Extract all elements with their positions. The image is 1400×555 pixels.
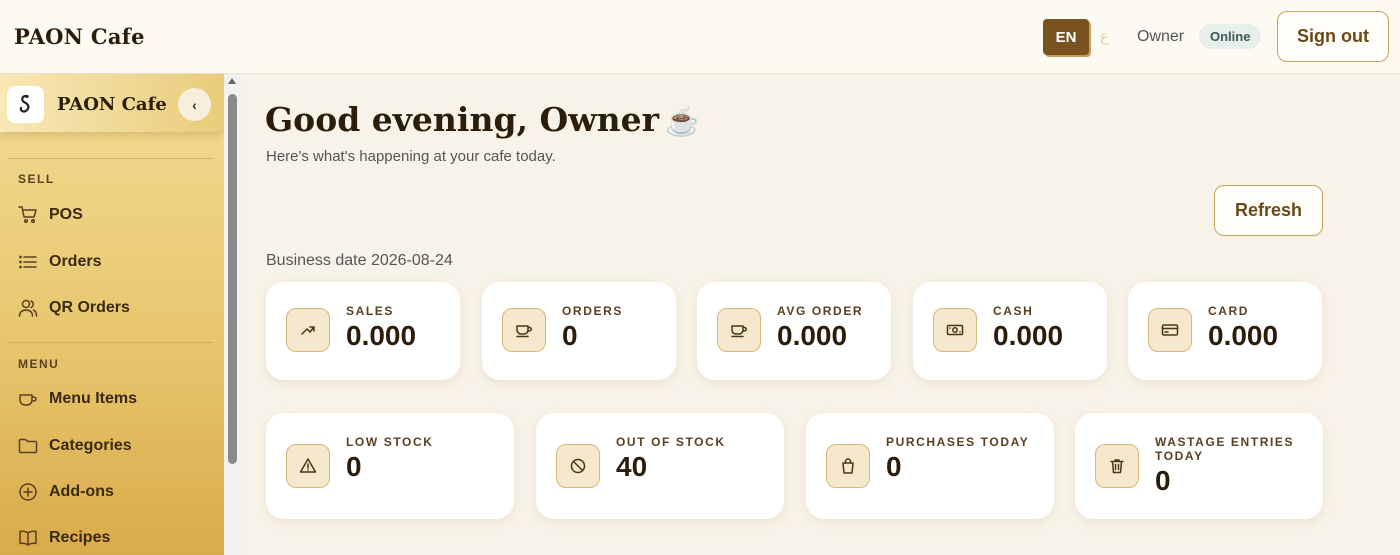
book-icon: [19, 530, 37, 546]
sign-out-button[interactable]: Sign out: [1277, 11, 1389, 62]
sidebar-item-menu-items[interactable]: Menu Items: [18, 389, 137, 409]
collapse-sidebar-button[interactable]: ‹: [178, 88, 211, 121]
stat-label: SALES: [346, 304, 395, 318]
sidebar-item-label: POS: [49, 206, 83, 223]
stat-card-wastage-entries-today: WASTAGE ENTRIES TODAY 0: [1075, 413, 1323, 519]
stat-label: AVG ORDER: [777, 304, 864, 318]
stat-card-low-stock: LOW STOCK 0: [266, 413, 514, 519]
stat-value: 0: [886, 451, 902, 482]
sidebar-item-qr-orders[interactable]: QR Orders: [18, 298, 130, 318]
sidebar-item-recipes[interactable]: Recipes: [18, 528, 110, 548]
folder-icon: [18, 438, 38, 454]
page-subtitle: Here's what's happening at your cafe tod…: [266, 148, 556, 165]
sidebar-item-orders[interactable]: Orders: [18, 252, 101, 272]
sidebar-item-label: Orders: [49, 253, 102, 270]
ban-icon: [556, 444, 600, 488]
stat-label: LOW STOCK: [346, 435, 434, 449]
bag-icon: [826, 444, 870, 488]
sidebar-item-categories[interactable]: Categories: [18, 436, 132, 456]
section-label-menu: MENU: [18, 357, 60, 371]
chevron-left-icon: ‹: [192, 96, 197, 113]
trend-up-icon: [286, 308, 330, 352]
sidebar: PAON Cafe ‹ SELL POS Orders QR Orders ME…: [0, 74, 224, 555]
users-icon: [18, 299, 38, 317]
stat-label: OUT OF STOCK: [616, 435, 726, 449]
stat-value: 0.000: [346, 320, 417, 351]
coffee-cup-icon: [717, 308, 761, 352]
stat-card-out-of-stock: OUT OF STOCK 40: [536, 413, 784, 519]
stat-label: WASTAGE ENTRIES TODAY: [1155, 435, 1295, 463]
divider: [8, 342, 213, 343]
greeting-text: Good evening, Owner: [265, 100, 660, 139]
sidebar-item-label: Menu Items: [49, 390, 138, 407]
cafe-logo-icon: [7, 86, 44, 123]
coffee-cup-icon: [502, 308, 546, 352]
stat-card-cash: CASH 0.000: [913, 282, 1107, 380]
stat-card-purchases-today: PURCHASES TODAY 0: [806, 413, 1054, 519]
sidebar-item-add-ons[interactable]: Add-ons: [18, 482, 114, 502]
divider: [8, 158, 213, 159]
sidebar-item-pos[interactable]: POS: [18, 205, 83, 225]
warning-icon: [286, 444, 330, 488]
scroll-up-arrow-icon[interactable]: [228, 78, 236, 84]
sidebar-item-label: Add-ons: [49, 483, 114, 500]
stat-value: 0: [562, 320, 578, 351]
stat-value: 0: [1155, 465, 1171, 496]
coffee-emoji-icon: ☕: [665, 105, 700, 138]
credit-card-icon: [1148, 308, 1192, 352]
section-label-sell: SELL: [18, 172, 55, 186]
status-badge: Online: [1199, 24, 1262, 49]
page-title: Good evening, Owner ☕: [265, 100, 700, 139]
stat-value: 0.000: [777, 320, 848, 351]
stat-card-orders: ORDERS 0: [482, 282, 676, 380]
sidebar-header: PAON Cafe ‹: [0, 74, 224, 132]
stat-value: 0: [346, 451, 362, 482]
language-ar-button[interactable]: ع: [1100, 27, 1109, 45]
stat-label: ORDERS: [562, 304, 623, 318]
refresh-button[interactable]: Refresh: [1214, 185, 1323, 236]
stat-card-sales: SALES 0.000: [266, 282, 460, 380]
stat-label: CARD: [1208, 304, 1250, 318]
sidebar-item-label: Recipes: [49, 529, 111, 546]
brand-name: PAON Cafe: [14, 24, 145, 49]
cash-icon: [933, 308, 977, 352]
sidebar-title: PAON Cafe: [57, 94, 167, 115]
list-icon: [19, 255, 37, 269]
stat-card-card: CARD 0.000: [1128, 282, 1322, 380]
stat-value: 40: [616, 451, 648, 482]
top-bar: PAON Cafe EN ع Owner Online Sign out: [0, 0, 1400, 74]
trash-icon: [1095, 444, 1139, 488]
scroll-thumb[interactable]: [228, 94, 237, 464]
cup-icon: [19, 394, 37, 406]
cart-icon: [18, 206, 37, 224]
sidebar-scrollbar[interactable]: [224, 74, 241, 555]
user-role: Owner: [1137, 28, 1185, 45]
stat-value: 0.000: [1208, 320, 1279, 351]
language-en-button[interactable]: EN: [1043, 19, 1089, 55]
plus-circle-icon: [19, 483, 37, 501]
sidebar-item-label: Categories: [49, 437, 132, 454]
stat-value: 0.000: [993, 320, 1064, 351]
business-date: Business date 2026-08-24: [266, 252, 453, 269]
stat-label: PURCHASES TODAY: [886, 435, 1030, 449]
stat-card-avg-order: AVG ORDER 0.000: [697, 282, 891, 380]
sidebar-item-label: QR Orders: [49, 299, 130, 316]
stat-label: CASH: [993, 304, 1034, 318]
